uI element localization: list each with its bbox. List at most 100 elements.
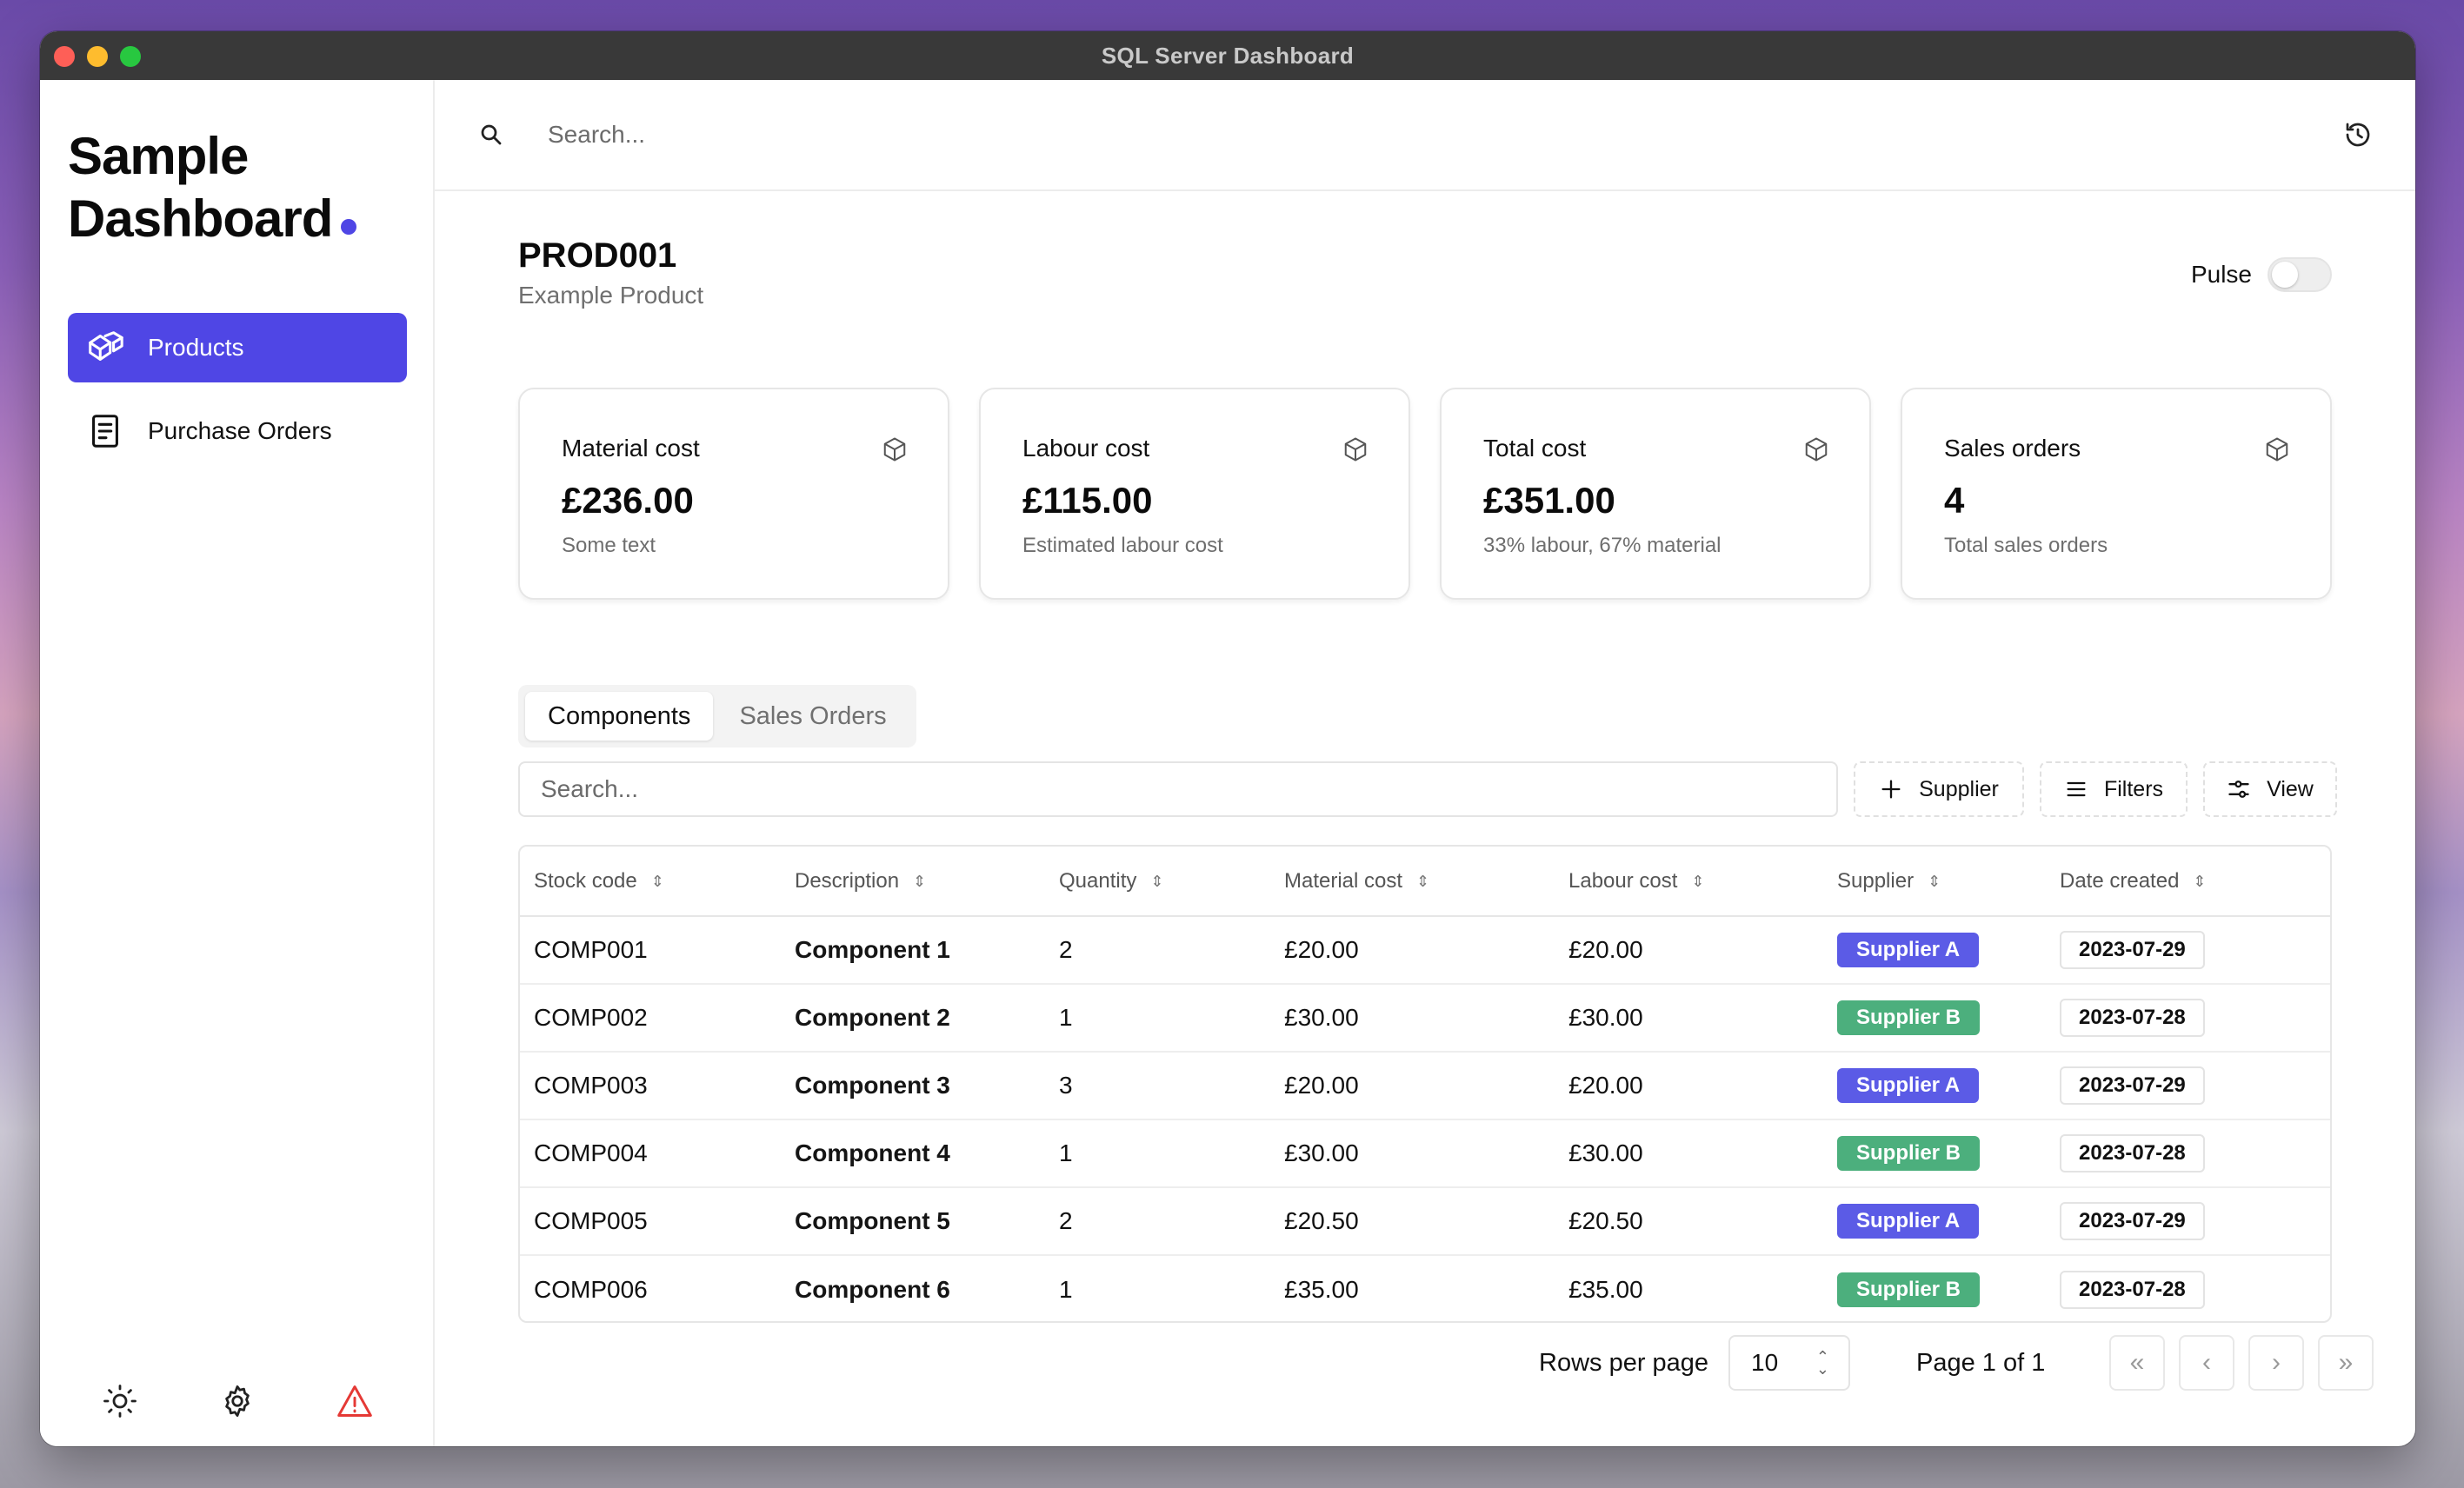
table-row[interactable]: COMP006 Component 6 1 £35.00 £35.00 Supp… [520,1255,2330,1321]
sidebar-item-label: Purchase Orders [148,417,332,444]
stat-card-labour-cost: Labour cost £115.00 Estimated labour cos… [979,388,1410,600]
add-supplier-label: Supplier [1919,776,1999,801]
column-header-material-cost[interactable]: Material cost ⇕ [1270,847,1555,917]
history-icon[interactable] [2342,119,2374,150]
cell-quantity: 1 [1045,984,1270,1053]
card-label: Material cost [562,435,700,462]
cell-description: Component 4 [781,1119,1045,1188]
document-icon [92,415,118,448]
filters-button[interactable]: Filters [2040,761,2188,817]
pulse-label: Pulse [2190,261,2252,288]
cell-stock-code: COMP005 [520,1187,781,1256]
sun-icon[interactable] [99,1380,141,1422]
card-value: £236.00 [562,480,694,521]
column-header-stock-code[interactable]: Stock code ⇕ [520,847,781,917]
cell-material-cost: £20.00 [1270,1052,1555,1120]
date-badge: 2023-07-28 [2060,999,2205,1037]
add-supplier-button[interactable]: Supplier [1854,761,2024,817]
previous-page-button[interactable]: ‹ [2179,1335,2234,1391]
components-table: Stock code ⇕ Description ⇕ Quantity ⇕ Mater… [518,845,2332,1323]
next-page-button[interactable]: › [2248,1335,2304,1391]
cell-material-cost: £20.00 [1270,916,1555,985]
stat-cards: Material cost £236.00 Some text Labour c… [518,388,2332,600]
sidebar-footer [40,1380,435,1422]
table-row[interactable]: COMP005 Component 5 2 £20.50 £20.50 Supp… [520,1187,2330,1256]
supplier-badge: Supplier A [1837,1068,1980,1103]
stat-card-total-cost: Total cost £351.00 33% labour, 67% mater… [1440,388,1871,600]
cell-quantity: 1 [1045,1119,1270,1188]
column-header-description[interactable]: Description ⇕ [781,847,1045,917]
card-value: £351.00 [1483,480,1615,521]
chevron-left-icon: ‹ [2202,1348,2211,1377]
supplier-badge: Supplier A [1837,933,1980,967]
rows-per-page-select[interactable]: 10 ⌃ ⌄ [1728,1335,1850,1391]
brand-line-2: Dashboard [68,189,333,248]
global-search-input[interactable] [548,121,2200,149]
zoom-window-button[interactable] [120,46,141,67]
column-header-supplier[interactable]: Supplier ⇕ [1823,847,2046,917]
cell-description: Component 1 [781,916,1045,985]
cell-description: Component 6 [795,1275,950,1303]
filters-label: Filters [2103,776,2164,801]
supplier-badge: Supplier B [1837,1000,1981,1035]
column-header-labour-cost[interactable]: Labour cost ⇕ [1555,847,1823,917]
first-page-button[interactable]: « [2109,1335,2165,1391]
cell-stock-code: COMP006 [534,1275,648,1303]
pulse-toggle[interactable] [2268,257,2332,292]
table-row[interactable]: COMP001 Component 1 2 £20.00 £20.00 Supp… [520,916,2330,985]
chevron-up-down-icon: ⌃ ⌄ [1815,1348,1829,1378]
brand-line-1: Sample [68,127,249,185]
double-chevron-right-icon: » [2338,1348,2354,1377]
warning-icon[interactable] [334,1380,376,1422]
column-header-quantity[interactable]: Quantity ⇕ [1045,847,1270,917]
supplier-badge: Supplier B [1837,1272,1981,1307]
cell-labour-cost: £30.00 [1555,1119,1823,1188]
sidebar-item-purchase-orders[interactable]: Purchase Orders [68,396,407,466]
window-controls [54,46,141,67]
top-bar [435,80,2415,191]
cell-labour-cost: £30.00 [1555,984,1823,1053]
app-window: SQL Server Dashboard Sample Dashboard Pr… [40,31,2415,1446]
card-value: £115.00 [1022,480,1153,521]
tab-components[interactable]: Components [525,692,714,741]
date-badge: 2023-07-28 [2060,1134,2205,1172]
sort-icon: ⇕ [650,872,664,890]
column-header-date-created[interactable]: Date created ⇕ [2046,847,2330,917]
cell-material-cost: £30.00 [1270,984,1555,1053]
cell-labour-cost: £20.00 [1555,916,1823,985]
table-row[interactable]: COMP003 Component 3 3 £20.00 £20.00 Supp… [520,1052,2330,1120]
search-icon [481,124,502,145]
date-badge: 2023-07-29 [2060,1066,2205,1105]
menu-lines-icon [2067,781,2086,797]
last-page-button[interactable]: » [2318,1335,2374,1391]
supplier-badge: Supplier A [1837,1204,1980,1239]
sort-icon: ⇕ [1928,872,1941,890]
view-label: View [2267,776,2314,801]
sort-icon: ⇕ [1691,872,1705,890]
sidebar-item-products[interactable]: Products [68,313,407,382]
table-row[interactable]: COMP004 Component 4 1 £30.00 £30.00 Supp… [520,1119,2330,1188]
card-label: Sales orders [1944,435,2081,462]
cell-description: Component 5 [781,1187,1045,1256]
cube-icon [883,437,906,462]
cell-stock-code: COMP002 [520,984,781,1053]
brand-logo: Sample Dashboard [68,125,357,250]
gear-icon[interactable] [216,1380,258,1422]
stat-card-material-cost: Material cost £236.00 Some text [518,388,949,600]
cell-material-cost: £30.00 [1270,1119,1555,1188]
cell-labour-cost: £20.50 [1555,1187,1823,1256]
minimize-window-button[interactable] [87,46,108,67]
table-search-input[interactable] [518,761,1838,817]
product-code: PROD001 [518,236,677,275]
table-header-row: Stock code ⇕ Description ⇕ Quantity ⇕ Mater… [520,847,2330,917]
sort-icon: ⇕ [1150,872,1164,890]
tab-sales-orders[interactable]: Sales Orders [716,692,909,741]
view-options-button[interactable]: View [2203,761,2337,817]
sort-icon: ⇕ [1416,872,1430,890]
pagination: Rows per page 10 ⌃ ⌄ Page 1 of 1 « ‹ › » [435,1335,2415,1392]
table-row[interactable]: COMP002 Component 2 1 £30.00 £30.00 Supp… [520,984,2330,1053]
cell-description: Component 3 [781,1052,1045,1120]
rows-per-page-label: Rows per page [1539,1349,1709,1377]
close-window-button[interactable] [54,46,75,67]
cell-stock-code: COMP003 [520,1052,781,1120]
